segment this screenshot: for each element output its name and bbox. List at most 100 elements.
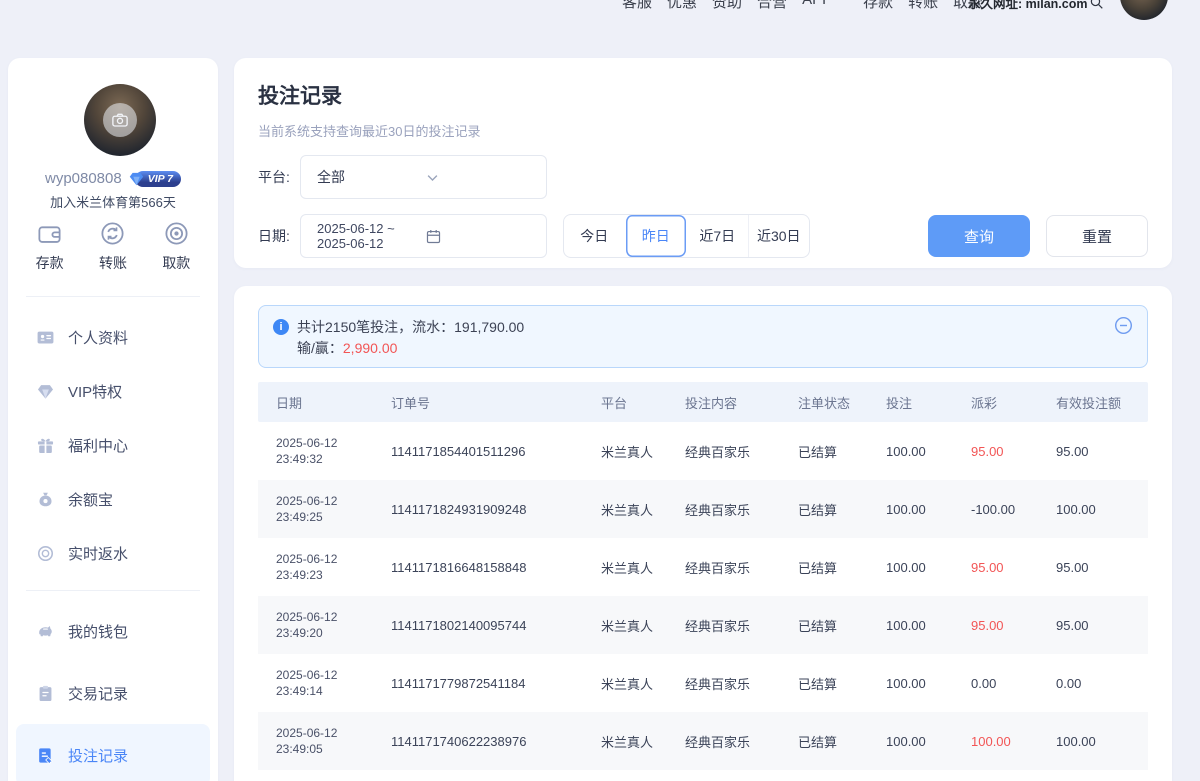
date-filter-row: 日期: 2025-06-12 ~ 2025-06-12 今日 昨日 近7日 近3… [258,214,1148,258]
col-content: 投注内容 [685,393,798,412]
sidebar: wyp080808 VIP 7 加入米兰体育第566天 存款 [8,58,218,781]
screen: 客服 优惠 赞助 合营 APP 存款 转账 取款 永久网址: milan.com [0,0,1200,781]
cell-order: 1141171854401511296 [391,444,601,459]
quick-range-30days[interactable]: 近30日 [748,215,810,257]
search-icon[interactable] [1089,0,1104,10]
username: wyp080808 [45,170,122,187]
nav-item-customer-service[interactable]: 客服 [622,0,652,12]
sidebar-item-label: 实时返水 [68,543,128,564]
cell-bet: 100.00 [886,734,971,749]
cell-platform: 米兰真人 [601,674,685,693]
cell-status: 已结算 [798,442,886,461]
money-pouch-icon [36,490,55,509]
quick-action-deposit[interactable]: 存款 [18,220,81,273]
quick-range-yesterday[interactable]: 昨日 [625,215,687,257]
sidebar-item-label: VIP特权 [68,381,122,402]
cell-content: 经典百家乐 [685,500,798,519]
cell-status: 已结算 [798,500,886,519]
cell-bet: 100.00 [886,502,971,517]
table-row: 2025-06-1223:49:32 1141171854401511296 米… [258,422,1148,480]
nav-item-sponsor[interactable]: 赞助 [712,0,742,12]
platform-select[interactable]: 全部 [300,155,547,199]
cell-date: 2025-06-1223:49:20 [276,609,391,641]
sidebar-item-label: 我的钱包 [68,621,128,642]
cell-order: 1141171824931909248 [391,502,601,517]
table-row: 2025-06-1223:49:05 1141171740622238976 米… [258,712,1148,770]
summary-text: 共计2150笔投注，流水：191,790.00 输/赢：2,990.00 [297,317,524,367]
wallet-icon [36,220,63,247]
clipboard-icon [36,684,55,703]
winloss-value: 2,990.00 [343,340,398,356]
cell-date: 2025-06-1223:49:05 [276,725,391,757]
cell-bet: 100.00 [886,444,971,459]
user-avatar-small[interactable] [1120,0,1168,20]
cell-date: 2025-06-1223:49:14 [276,667,391,699]
collapse-icon[interactable] [1114,316,1133,335]
cell-status: 已结算 [798,558,886,577]
sidebar-item-transactions[interactable]: 交易记录 [8,662,218,724]
diamond-icon [36,382,55,401]
withdraw-icon [163,220,190,247]
cell-status: 已结算 [798,674,886,693]
vip-badge: VIP 7 [128,170,181,187]
cell-content: 经典百家乐 [685,442,798,461]
cell-bet: 100.00 [886,676,971,691]
nav-item-partner[interactable]: 合营 [757,0,787,12]
quick-actions: 存款 转账 取款 [18,220,208,273]
col-date: 日期 [276,393,391,412]
col-bet: 投注 [886,393,971,412]
sidebar-menu: 个人资料 VIP特权 福利中心 余额宝 [8,310,218,781]
gift-icon [36,436,55,455]
platform-filter-row: 平台: 全部 [258,155,1148,199]
transfer-icon [99,220,126,247]
cell-order: 1141171802140095744 [391,618,601,633]
info-icon: i [273,319,289,335]
cell-payout: 100.00 [971,734,1056,749]
nav-item-transfer[interactable]: 转账 [908,0,938,12]
nav-item-app[interactable]: APP [802,0,832,12]
table-row: 2025-06-1223:49:25 1141171824931909248 米… [258,480,1148,538]
search-button[interactable]: 查询 [928,215,1030,257]
sidebar-item-bet-records[interactable]: 投注记录 [16,724,210,781]
table-body: 2025-06-1223:49:32 1141171854401511296 米… [258,422,1148,770]
col-valid: 有效投注额 [1056,393,1148,412]
sidebar-item-welfare[interactable]: 福利中心 [8,418,218,472]
sidebar-item-wallet[interactable]: 我的钱包 [8,600,218,662]
user-avatar[interactable] [84,84,156,156]
bet-record-icon [36,746,55,765]
cell-platform: 米兰真人 [601,616,685,635]
cell-valid: 100.00 [1056,502,1148,517]
col-order: 订单号 [391,393,601,412]
chevron-down-icon [425,170,533,185]
cell-status: 已结算 [798,616,886,635]
quick-action-transfer[interactable]: 转账 [81,220,144,273]
table-row: 2025-06-1223:49:23 1141171816648158848 米… [258,538,1148,596]
filter-buttons: 查询 重置 [928,215,1148,257]
cell-platform: 米兰真人 [601,442,685,461]
quick-range-today[interactable]: 今日 [564,215,625,257]
col-platform: 平台 [601,393,685,412]
date-range-input[interactable]: 2025-06-12 ~ 2025-06-12 [300,214,547,258]
sidebar-item-vip[interactable]: VIP特权 [8,364,218,418]
join-days-text: 加入米兰体育第566天 [8,192,218,211]
cell-content: 经典百家乐 [685,732,798,751]
cell-date: 2025-06-1223:49:25 [276,493,391,525]
sidebar-item-yuebao[interactable]: 余额宝 [8,472,218,526]
sidebar-item-profile[interactable]: 个人资料 [8,310,218,364]
filter-card: 投注记录 当前系统支持查询最近30日的投注记录 平台: 全部 日期: 2025-… [234,58,1172,268]
sidebar-item-label: 福利中心 [68,435,128,456]
nav-item-deposit[interactable]: 存款 [863,0,893,12]
winloss-label: 输/赢： [297,340,343,356]
cell-bet: 100.00 [886,618,971,633]
nav-item-promotions[interactable]: 优惠 [667,0,697,12]
user-line: wyp080808 VIP 7 [8,170,218,187]
cell-valid: 95.00 [1056,618,1148,633]
cell-payout: 0.00 [971,676,1056,691]
quick-action-withdraw[interactable]: 取款 [145,220,208,273]
sidebar-item-rebate[interactable]: 实时返水 [8,526,218,580]
quick-range-7days[interactable]: 近7日 [686,215,748,257]
piggy-bank-icon [36,622,55,641]
reset-button[interactable]: 重置 [1046,215,1148,257]
summary-line2: 输/赢：2,990.00 [297,338,524,359]
cell-platform: 米兰真人 [601,500,685,519]
